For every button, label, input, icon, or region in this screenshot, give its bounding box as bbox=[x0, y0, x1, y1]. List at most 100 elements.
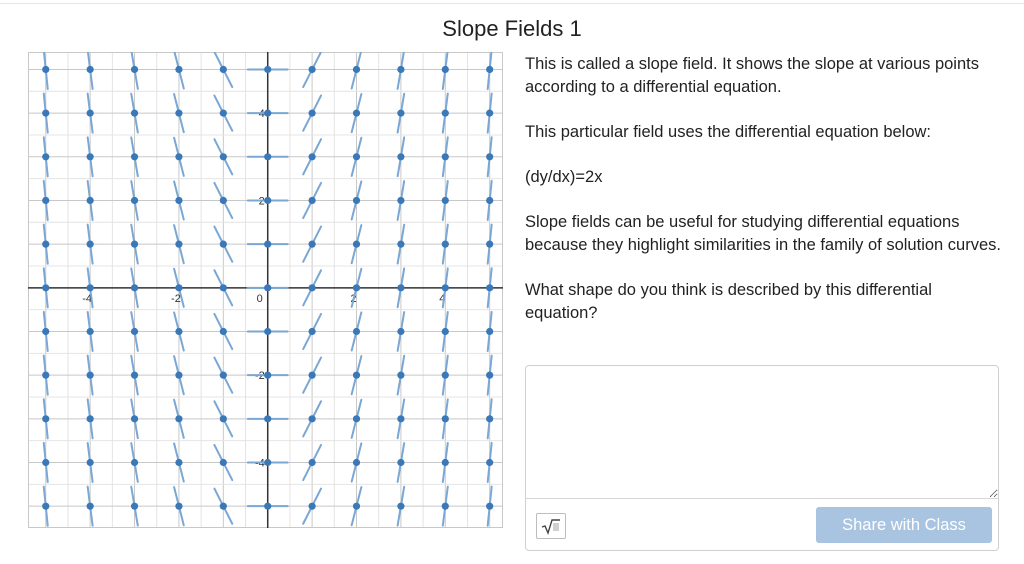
slope-point bbox=[397, 327, 405, 336]
slope-point bbox=[397, 415, 405, 423]
slope-point bbox=[308, 153, 316, 161]
response-input[interactable] bbox=[526, 366, 998, 499]
slope-point bbox=[352, 240, 361, 248]
slope-point bbox=[441, 196, 449, 205]
slope-point bbox=[42, 458, 50, 467]
slope-point bbox=[130, 109, 139, 117]
slope-point bbox=[264, 153, 272, 161]
slope-point bbox=[175, 65, 183, 74]
description-paragraph-2: This particular field uses the different… bbox=[525, 123, 932, 141]
slope-point bbox=[175, 371, 183, 379]
slope-point bbox=[441, 415, 449, 423]
slope-point bbox=[130, 284, 139, 292]
top-divider bbox=[0, 3, 1024, 4]
slope-point bbox=[42, 327, 50, 336]
slope-point bbox=[397, 371, 405, 379]
slope-point bbox=[486, 153, 494, 161]
slope-point bbox=[219, 371, 227, 379]
slope-field-svg[interactable]: -4-202442-2-4 bbox=[28, 48, 503, 529]
slope-point bbox=[486, 458, 494, 467]
slope-point bbox=[219, 153, 227, 161]
slope-point bbox=[486, 327, 494, 336]
slope-point bbox=[486, 240, 494, 248]
slope-point bbox=[86, 196, 94, 205]
description-panel: This is called a slope field. It shows t… bbox=[525, 53, 1003, 347]
slope-point bbox=[42, 153, 50, 161]
slope-point bbox=[219, 109, 227, 117]
slope-point bbox=[308, 65, 316, 74]
slope-field-graph[interactable]: -4-202442-2-4 bbox=[28, 48, 503, 533]
slope-point bbox=[219, 196, 227, 205]
question-text: What shape do you think is described by … bbox=[525, 281, 932, 322]
slope-point bbox=[397, 65, 405, 74]
slope-point bbox=[175, 240, 183, 248]
response-area: Share with Class bbox=[525, 365, 999, 551]
slope-point bbox=[219, 284, 227, 292]
slope-point bbox=[352, 327, 361, 336]
slope-point bbox=[397, 109, 405, 117]
slope-point bbox=[175, 327, 183, 336]
slope-point bbox=[397, 153, 405, 161]
slope-point bbox=[308, 240, 316, 248]
slope-point bbox=[441, 109, 449, 117]
slope-point bbox=[441, 371, 449, 379]
slope-point bbox=[441, 458, 449, 467]
slope-point bbox=[352, 415, 361, 423]
description-paragraph-3: Slope fields can be useful for studying … bbox=[525, 213, 1001, 254]
slope-point bbox=[264, 502, 272, 510]
slope-point bbox=[175, 153, 183, 161]
slope-point bbox=[86, 458, 94, 467]
slope-point bbox=[264, 240, 272, 248]
slope-point bbox=[86, 415, 94, 423]
slope-point bbox=[264, 109, 272, 117]
slope-point bbox=[397, 502, 405, 510]
slope-point bbox=[42, 415, 50, 423]
slope-point bbox=[86, 502, 94, 510]
slope-point bbox=[397, 196, 405, 205]
slope-point bbox=[264, 371, 272, 379]
slope-point bbox=[264, 415, 272, 423]
slope-point bbox=[175, 458, 183, 467]
slope-point bbox=[219, 458, 227, 467]
slope-point bbox=[130, 502, 139, 510]
slope-point bbox=[219, 327, 227, 336]
slope-point bbox=[264, 196, 272, 205]
slope-point bbox=[308, 458, 316, 467]
slope-point bbox=[441, 327, 449, 336]
share-with-class-button[interactable]: Share with Class bbox=[816, 507, 992, 543]
description-paragraph-1: This is called a slope field. It shows t… bbox=[525, 55, 979, 96]
slope-point bbox=[130, 240, 139, 248]
slope-point bbox=[486, 415, 494, 423]
slope-point bbox=[352, 109, 361, 117]
slope-point bbox=[86, 327, 94, 336]
slope-point bbox=[42, 502, 50, 510]
slope-point bbox=[175, 415, 183, 423]
slope-point bbox=[486, 284, 494, 292]
slope-point bbox=[486, 502, 494, 510]
slope-point bbox=[486, 196, 494, 205]
slope-point bbox=[130, 458, 139, 467]
slope-point bbox=[175, 502, 183, 510]
slope-point bbox=[42, 284, 50, 292]
slope-point bbox=[130, 371, 139, 379]
slope-point bbox=[130, 153, 139, 161]
slope-point bbox=[352, 502, 361, 510]
slope-point bbox=[441, 65, 449, 74]
slope-point bbox=[86, 371, 94, 379]
slope-point bbox=[264, 458, 272, 467]
slope-point bbox=[130, 327, 139, 336]
math-input-button[interactable] bbox=[536, 513, 566, 539]
slope-point bbox=[308, 196, 316, 205]
slope-point bbox=[130, 415, 139, 423]
slope-point bbox=[42, 240, 50, 248]
slope-point bbox=[397, 284, 405, 292]
slope-point bbox=[352, 371, 361, 379]
slope-point bbox=[86, 65, 94, 74]
slope-point bbox=[308, 415, 316, 423]
slope-point bbox=[175, 196, 183, 205]
slope-point bbox=[441, 502, 449, 510]
slope-point bbox=[86, 153, 94, 161]
slope-point bbox=[397, 458, 405, 467]
slope-point bbox=[352, 196, 361, 205]
slope-point bbox=[308, 109, 316, 117]
